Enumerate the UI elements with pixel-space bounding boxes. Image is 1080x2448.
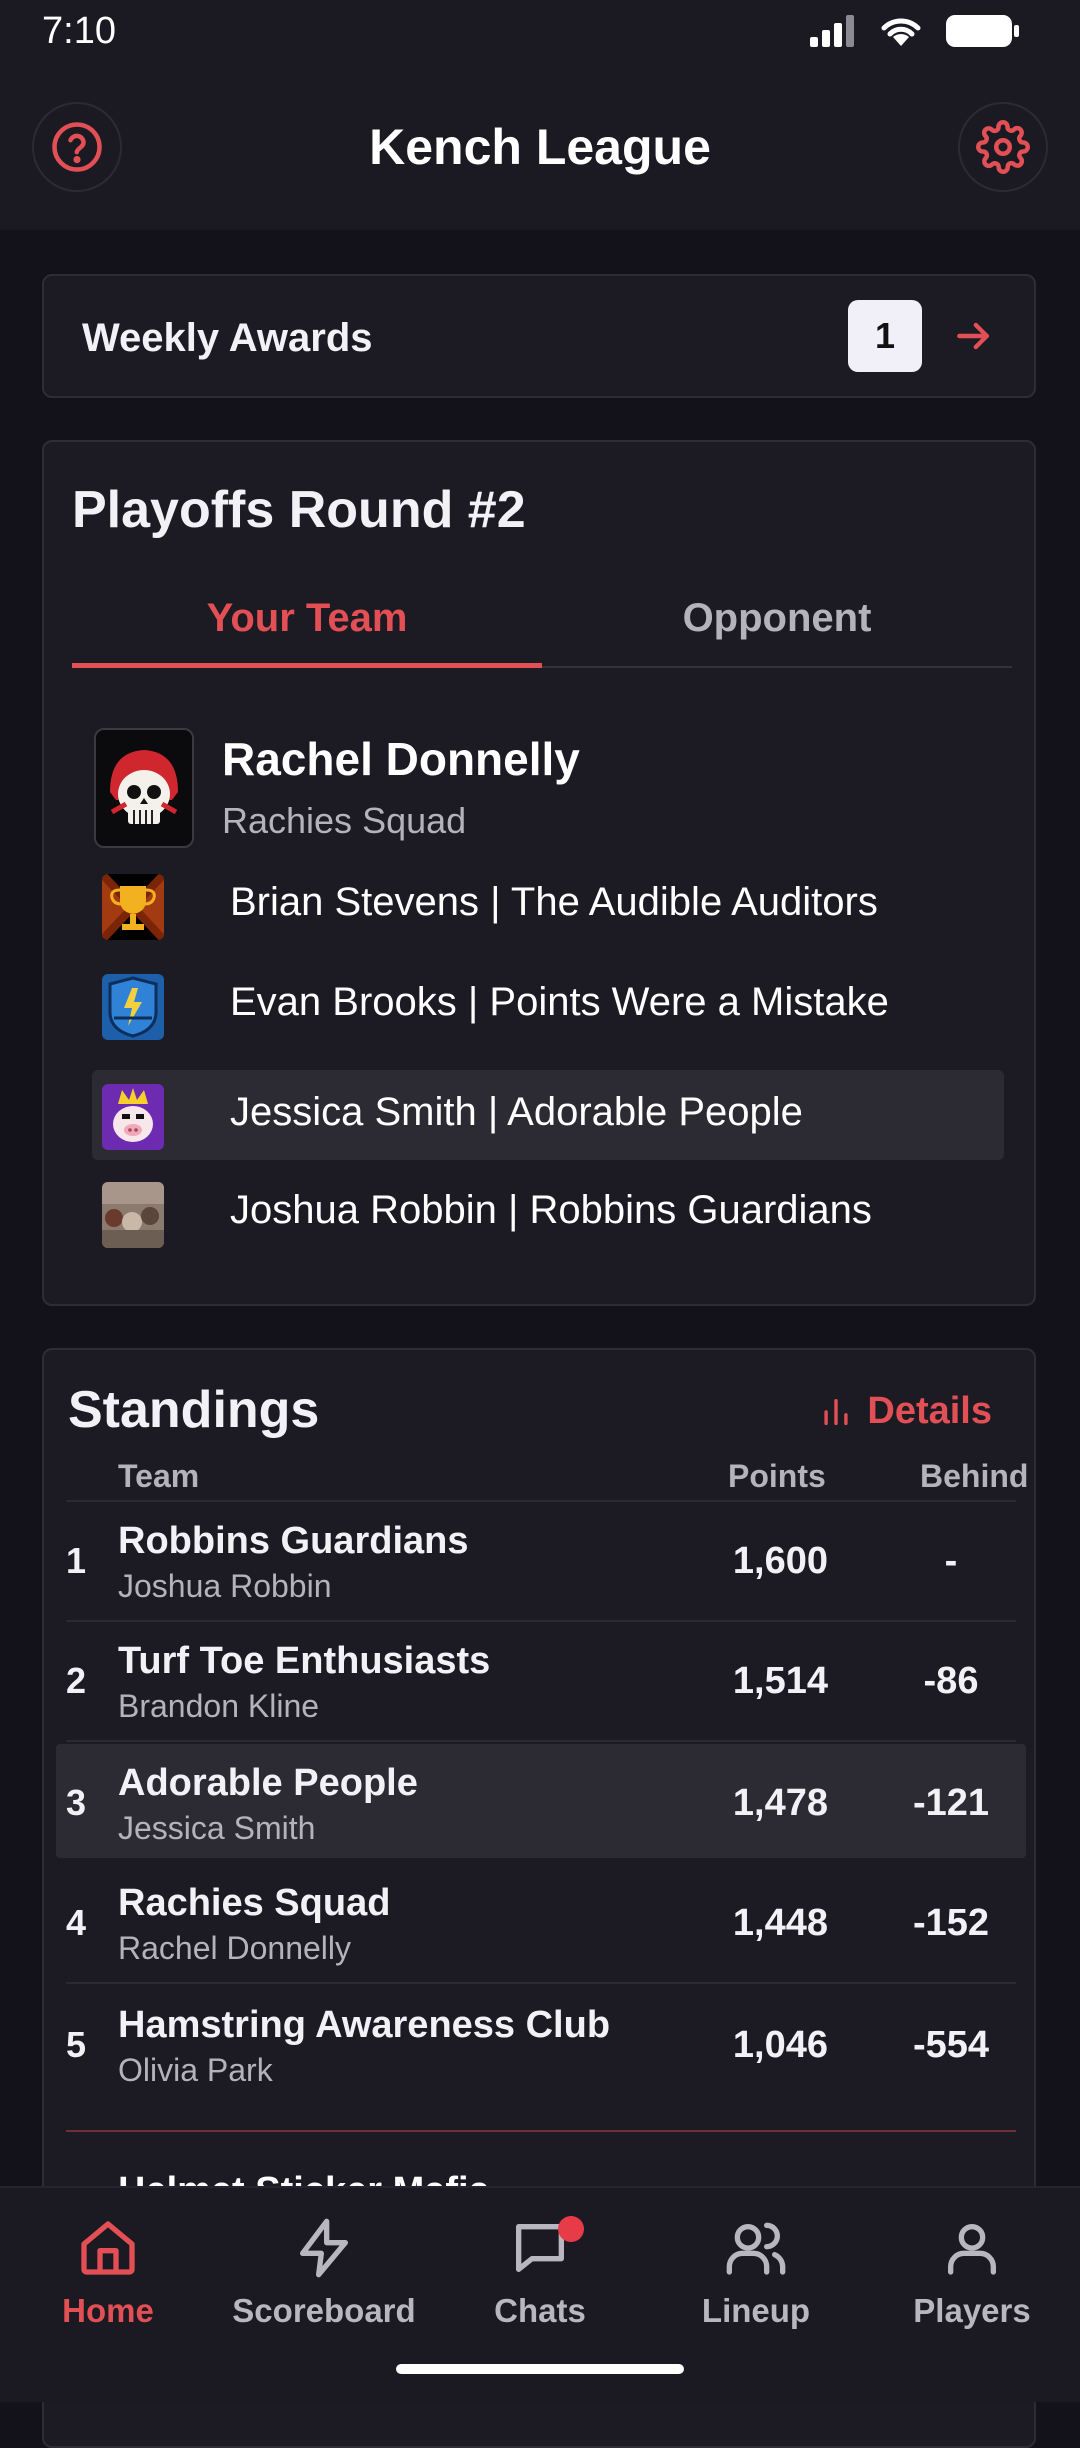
owner-name: Rachel Donnelly [118, 1930, 352, 1966]
photo-avatar-icon [102, 1182, 164, 1248]
behind: -554 [912, 2024, 990, 2066]
nav-players[interactable]: Players [864, 2210, 1080, 2330]
table-row[interactable]: 2 Turf Toe Enthusiasts Brandon Kline 1,5… [66, 1622, 1016, 1742]
points: 1,600 [732, 1540, 828, 1582]
owner-name: Olivia Park [118, 2052, 273, 2088]
table-row[interactable]: 3 Adorable People Jessica Smith 1,478 -1… [56, 1744, 1026, 1858]
rank: 3 [66, 1782, 87, 1823]
nav-label: Lineup [701, 2292, 811, 2329]
owner-name: Jessica Smith [118, 1810, 316, 1846]
rank: 1 [66, 1540, 87, 1581]
users-icon [726, 2222, 786, 2275]
arrow-right-icon[interactable] [952, 314, 996, 358]
standings-header: Team Points Behind [66, 1454, 1028, 1502]
status-time: 7:10 [42, 10, 116, 52]
status-bar: 7:10 [0, 0, 1080, 60]
nav-label: Scoreboard [232, 2292, 416, 2329]
tab-opponent[interactable]: Opponent [542, 582, 1012, 666]
column-team: Team [118, 1458, 200, 1494]
page-title: Kench League [369, 119, 711, 175]
points: 1,448 [732, 1902, 828, 1944]
details-label: Details [867, 1390, 992, 1432]
awards-count-badge: 1 [848, 300, 922, 372]
points: 1,514 [732, 1660, 828, 1702]
owner-name: Brandon Kline [118, 1688, 320, 1724]
list-item[interactable]: Brian Stevens | The Audible Auditors [92, 860, 1004, 950]
table-row[interactable]: 4 Rachies Squad Rachel Donnelly 1,448 -1… [66, 1864, 1016, 1984]
column-behind: Behind [920, 1458, 1029, 1494]
rank: 2 [66, 1660, 87, 1701]
nav-label: Players [913, 2292, 1031, 2329]
skull-helmet-avatar-icon [94, 728, 194, 848]
rank: 4 [66, 1902, 87, 1943]
team-name: Adorable People [118, 1762, 418, 1804]
notification-dot [558, 2216, 584, 2242]
playoff-cutoff-line [66, 2130, 1016, 2132]
member-label: Evan Brooks | Points Were a Mistake [230, 980, 889, 1024]
app-header: Kench League [0, 60, 1080, 230]
battery-icon [946, 15, 1019, 47]
nav-label: Home [62, 2292, 154, 2329]
behind: - [944, 1540, 958, 1582]
playoffs-title: Playoffs Round #2 [72, 481, 526, 539]
owner-team-name: Rachies Squad [222, 800, 467, 841]
owner-name: Rachel Donnelly [222, 733, 580, 785]
table-row[interactable]: 5 Hamstring Awareness Club Olivia Park 1… [66, 1986, 1016, 2106]
wifi-icon [881, 18, 921, 46]
behind: -86 [923, 1660, 979, 1702]
signal-icon [810, 15, 854, 47]
blue-crest-avatar-icon [102, 974, 164, 1040]
lightning-icon [300, 2218, 348, 2278]
crowned-pig-avatar-icon [102, 1084, 164, 1150]
list-item[interactable]: Joshua Robbin | Robbins Guardians [92, 1168, 1004, 1258]
table-row[interactable]: 1 Robbins Guardians Joshua Robbin 1,600 … [66, 1502, 1016, 1622]
playoffs-card: Playoffs Round #2 Your Team Opponent Rac… [42, 440, 1036, 1306]
nav-label: Chats [494, 2292, 586, 2329]
tab-your-team[interactable]: Your Team [72, 582, 542, 668]
details-button[interactable]: Details [819, 1390, 992, 1433]
nav-scoreboard[interactable]: Scoreboard [216, 2210, 432, 2330]
behind: -152 [912, 1902, 990, 1944]
settings-button[interactable] [958, 102, 1048, 192]
owner-name: Joshua Robbin [118, 1568, 332, 1604]
gear-icon [976, 120, 1030, 174]
member-label: Brian Stevens | The Audible Auditors [230, 880, 878, 924]
weekly-awards-label: Weekly Awards [82, 316, 373, 360]
home-icon [81, 2221, 135, 2275]
standings-title: Standings [68, 1381, 320, 1439]
team-name: Robbins Guardians [118, 1520, 469, 1562]
column-points: Points [728, 1458, 826, 1494]
weekly-awards-card[interactable]: Weekly Awards 1 [42, 274, 1036, 398]
team-name: Turf Toe Enthusiasts [118, 1640, 491, 1682]
team-name: Rachies Squad [118, 1882, 391, 1924]
member-label: Joshua Robbin | Robbins Guardians [230, 1188, 872, 1232]
member-label: Jessica Smith | Adorable People [230, 1090, 803, 1134]
home-indicator[interactable] [396, 2364, 684, 2374]
nav-lineup[interactable]: Lineup [648, 2210, 864, 2330]
team-name: Hamstring Awareness Club [118, 2004, 611, 2046]
user-icon [948, 2224, 996, 2275]
bar-chart-icon [824, 1398, 848, 1425]
points: 1,478 [732, 1782, 828, 1824]
list-item[interactable]: Jessica Smith | Adorable People [92, 1070, 1004, 1160]
behind: -121 [912, 1782, 990, 1824]
list-item[interactable]: Evan Brooks | Points Were a Mistake [92, 960, 1004, 1050]
nav-home[interactable]: Home [0, 2210, 216, 2330]
trophy-avatar-icon [102, 874, 164, 940]
team-tabs: Your Team Opponent [72, 582, 1012, 668]
points: 1,046 [732, 2024, 828, 2066]
nav-chats[interactable]: Chats [432, 2210, 648, 2330]
rank: 5 [66, 2024, 87, 2065]
